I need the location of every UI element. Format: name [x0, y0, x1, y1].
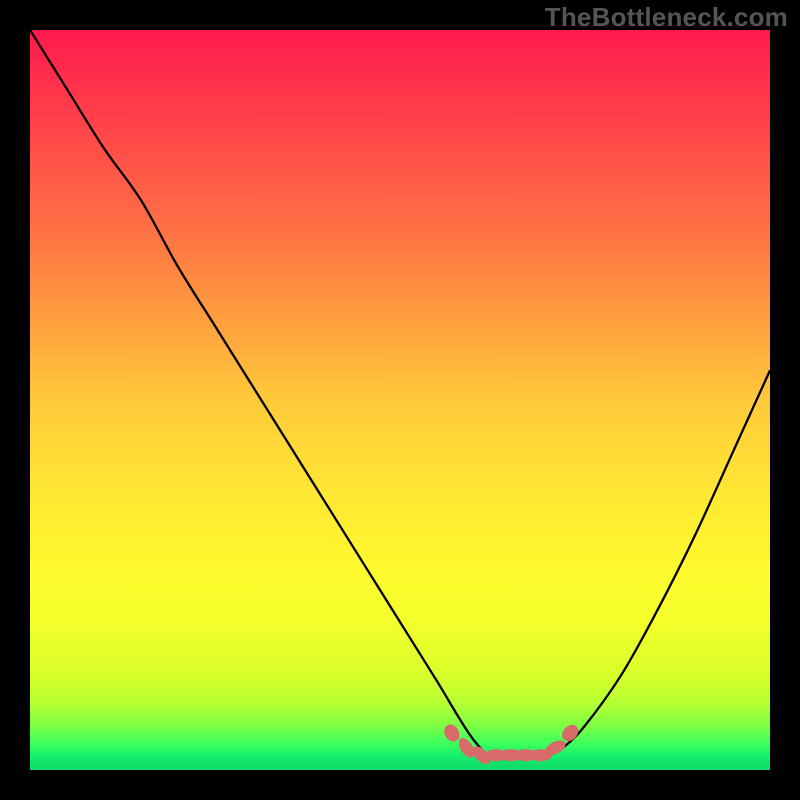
chart-frame: TheBottleneck.com: [0, 0, 800, 800]
watermark-text: TheBottleneck.com: [545, 2, 788, 33]
curve-svg: [30, 30, 770, 770]
optimal-range-markers: [441, 722, 581, 768]
plot-area: [30, 30, 770, 770]
bottleneck-curve-path: [30, 30, 770, 756]
